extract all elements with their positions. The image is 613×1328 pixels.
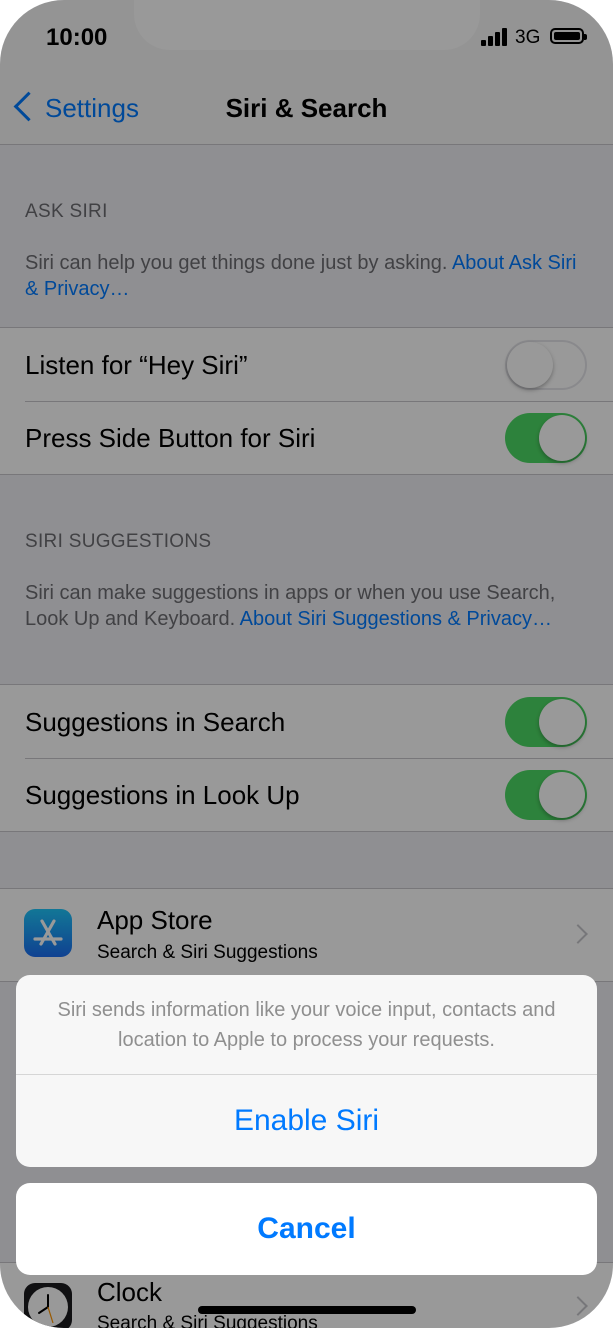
action-sheet: Siri sends information like your voice i… (16, 975, 597, 1167)
cancel-button[interactable]: Cancel (16, 1183, 597, 1275)
action-sheet-message: Siri sends information like your voice i… (16, 975, 597, 1075)
enable-siri-button[interactable]: Enable Siri (16, 1075, 597, 1167)
home-indicator[interactable] (198, 1306, 416, 1314)
device-screen: 10:00 3G Settings Siri & Search ASK SIRI… (0, 0, 613, 1328)
